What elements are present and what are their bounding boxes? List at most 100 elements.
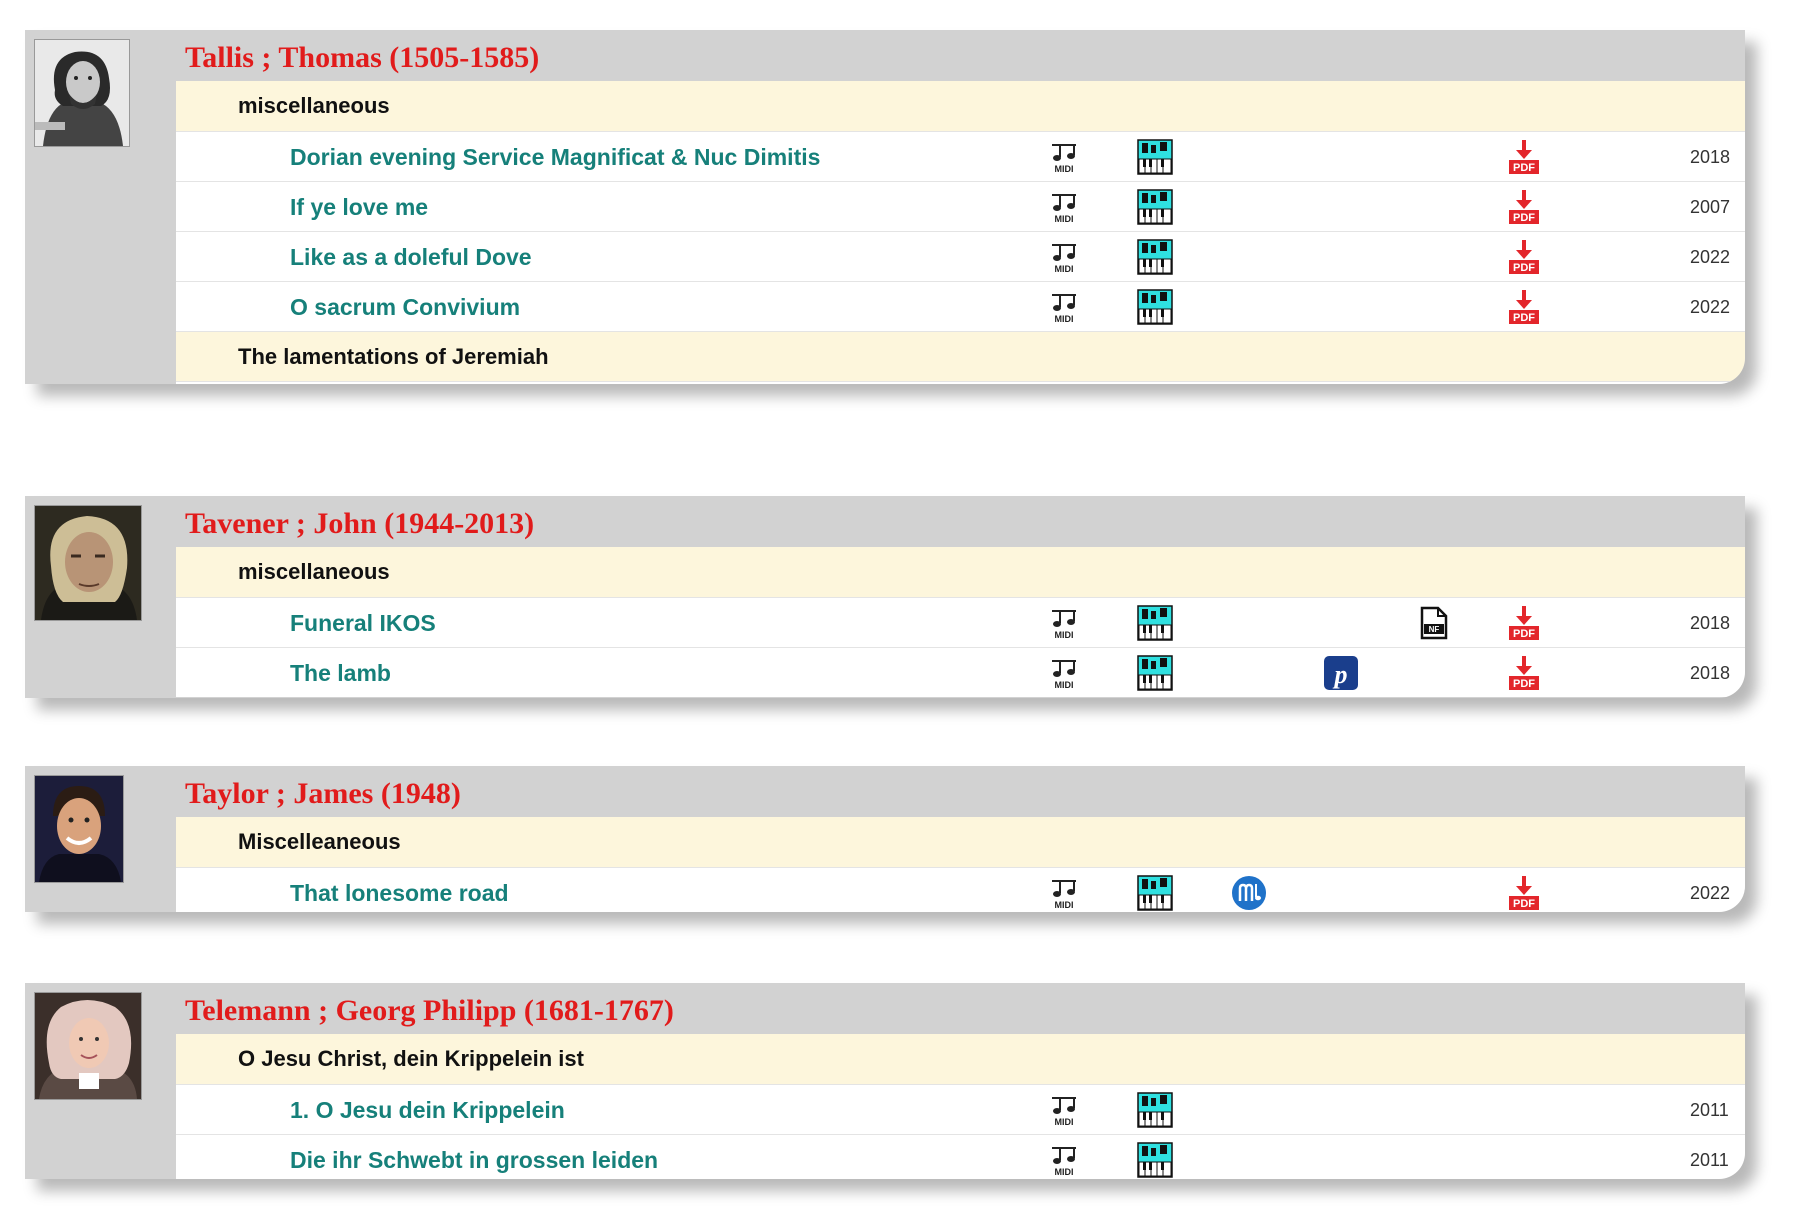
work-year: 2022 [1690,247,1731,267]
work-row: Funeral IKOS MIDI NF PDF 2018 [176,597,1745,647]
work-year: 2007 [1690,197,1731,217]
work-title-link[interactable]: 1. O Jesu dein Krippelein [290,1085,565,1135]
piano-roll-icon[interactable] [1137,1092,1173,1128]
section-title: O Jesu Christ, dein Krippelein ist [238,1046,584,1071]
pdf-download-icon[interactable]: PDF [1506,289,1542,325]
midi-icon[interactable]: MIDI [1046,289,1082,325]
work-row: If ye love me MIDI PDF 2007 [176,181,1745,231]
work-title-link[interactable]: The lamb [290,648,391,698]
midi-icon[interactable]: MIDI [1046,1092,1082,1128]
work-title-link[interactable]: O sacrum Convivium [290,282,520,332]
composer-portrait [34,39,130,147]
pdf-download-icon[interactable]: PDF [1506,139,1542,175]
composer-portrait [34,505,142,621]
work-row: Die ihr Schwebt in grossen leiden MIDI 2… [176,1134,1745,1179]
section-header: O Jesu Christ, dein Krippelein ist [176,1034,1745,1084]
svg-text:MIDI: MIDI [1055,900,1074,910]
work-year: 2018 [1690,147,1731,167]
work-year: 2022 [1690,297,1731,317]
svg-text:NF: NF [1429,625,1440,634]
composer-name: Taylor ; James (1948) [185,777,461,810]
composer-portrait [34,992,142,1100]
svg-text:MIDI: MIDI [1055,164,1074,174]
works-list: miscellaneous Funeral IKOS MIDI NF PDF 201… [176,547,1745,698]
pdf-download-icon[interactable]: PDF [1506,239,1542,275]
publisher-icon[interactable]: p [1323,655,1359,691]
works-list: Miscelleaneous That lonesome road MIDI PD… [176,817,1745,912]
work-year: 2018 [1690,663,1731,683]
section-title: Miscelleaneous [238,829,401,854]
svg-text:PDF: PDF [1513,628,1535,640]
pdf-download-icon[interactable]: PDF [1506,655,1542,691]
composer-portrait [34,775,124,883]
midi-icon[interactable]: MIDI [1046,1142,1082,1178]
work-title-link[interactable]: If ye love me [290,182,428,232]
piano-roll-icon[interactable] [1137,875,1173,911]
svg-text:MIDI: MIDI [1055,314,1074,324]
section-header: Miscelleaneous [176,817,1745,867]
svg-text:MIDI: MIDI [1055,214,1074,224]
work-title-link[interactable]: 1. Incipit lamentatio [290,382,505,384]
work-row: That lonesome road MIDI PDF 2022 [176,867,1745,912]
work-year: 2011 [1690,1150,1729,1170]
work-row: O sacrum Convivium MIDI PDF 2022 [176,281,1745,331]
work-row: 1. Incipit lamentatio MIDI PDF2022 [176,381,1745,384]
pdf-download-icon[interactable]: PDF [1506,189,1542,225]
works-list: O Jesu Christ, dein Krippelein ist 1. O J… [176,1034,1745,1179]
works-list: miscellaneous Dorian evening Service Magn… [176,81,1745,384]
work-row: Like as a doleful Dove MIDI PDF 2022 [176,231,1745,281]
work-row: 1. O Jesu dein Krippelein MIDI 2011 [176,1084,1745,1134]
musescore-icon[interactable] [1231,875,1267,911]
svg-text:PDF: PDF [1513,162,1535,174]
work-title-link[interactable]: Dorian evening Service Magnificat & Nuc … [290,132,820,182]
svg-text:PDF: PDF [1513,898,1535,910]
composer-name: Telemann ; Georg Philipp (1681-1767) [185,994,674,1027]
work-row: Dorian evening Service Magnificat & Nuc … [176,131,1745,181]
section-header: The lamentations of Jeremiah [176,331,1745,381]
piano-roll-icon[interactable] [1137,1142,1173,1178]
svg-text:PDF: PDF [1513,312,1535,324]
piano-roll-icon[interactable] [1137,289,1173,325]
svg-text:MIDI: MIDI [1055,264,1074,274]
svg-text:PDF: PDF [1513,262,1535,274]
midi-icon[interactable]: MIDI [1046,139,1082,175]
svg-text:p: p [1333,660,1348,689]
work-year: 2022 [1690,883,1731,903]
midi-icon[interactable]: MIDI [1046,655,1082,691]
work-title-link[interactable]: Like as a doleful Dove [290,232,532,282]
midi-icon[interactable]: MIDI [1046,875,1082,911]
pdf-download-icon[interactable]: PDF [1506,875,1542,911]
section-header: miscellaneous [176,547,1745,597]
composer-name: Tavener ; John (1944-2013) [185,507,535,540]
composer-panel: Telemann ; Georg Philipp (1681-1767) O Je… [25,983,1745,1179]
composer-panel: Taylor ; James (1948) Miscelleaneous That … [25,766,1745,912]
work-title-link[interactable]: Die ihr Schwebt in grossen leiden [290,1135,658,1179]
svg-text:MIDI: MIDI [1055,680,1074,690]
piano-roll-icon[interactable] [1137,605,1173,641]
pdf-download-icon[interactable]: PDF [1506,605,1542,641]
work-title-link[interactable]: Funeral IKOS [290,598,436,648]
piano-roll-icon[interactable] [1137,239,1173,275]
svg-text:MIDI: MIDI [1055,630,1074,640]
work-year: 2018 [1690,613,1731,633]
svg-text:PDF: PDF [1513,212,1535,224]
section-title: miscellaneous [238,559,390,584]
section-header: miscellaneous [176,81,1745,131]
work-year: 2011 [1690,1100,1729,1120]
piano-roll-icon[interactable] [1137,189,1173,225]
svg-text:PDF: PDF [1513,678,1535,690]
work-year: 2022 [1690,382,1730,384]
svg-text:MIDI: MIDI [1055,1117,1074,1127]
piano-roll-icon[interactable] [1137,655,1173,691]
work-title-link[interactable]: That lonesome road [290,868,509,912]
composer-panel: Tavener ; John (1944-2013) miscellaneous F… [25,496,1745,698]
svg-text:MIDI: MIDI [1055,1167,1074,1177]
nf-file-icon[interactable]: NF [1415,605,1451,641]
piano-roll-icon[interactable] [1137,139,1173,175]
section-title: The lamentations of Jeremiah [238,344,549,369]
composer-name: Tallis ; Thomas (1505-1585) [185,41,540,74]
midi-icon[interactable]: MIDI [1046,605,1082,641]
midi-icon[interactable]: MIDI [1046,239,1082,275]
midi-icon[interactable]: MIDI [1046,189,1082,225]
composer-panel: Tallis ; Thomas (1505-1585) miscellaneous… [25,30,1745,384]
